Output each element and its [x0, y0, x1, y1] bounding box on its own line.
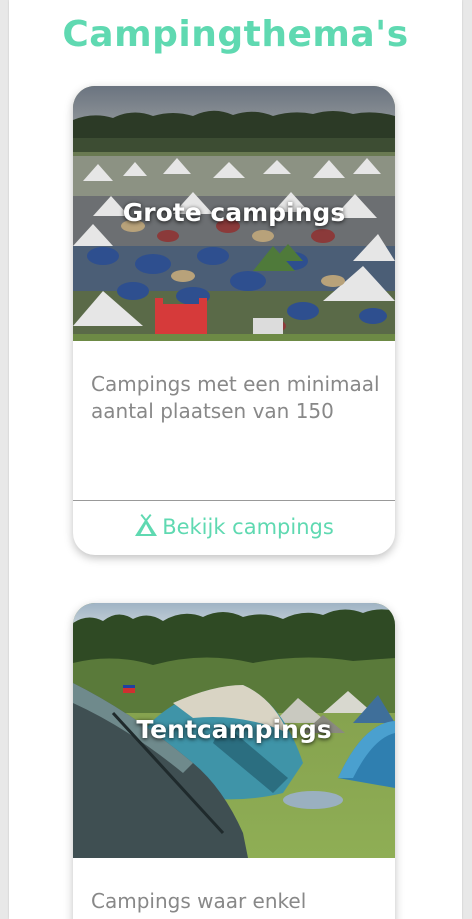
view-campings-link[interactable]: Bekijk campings: [73, 513, 395, 542]
card-divider: [73, 500, 395, 501]
page-container: Campingthema's Grote campings Campings m…: [9, 0, 462, 919]
card-description: Campings met een minimaal aantal plaatse…: [91, 372, 380, 423]
theme-card-tentcampings[interactable]: Tentcampings Campings waar enkel: [73, 603, 395, 919]
page-title: Campingthema's: [62, 14, 409, 55]
tent-icon: [134, 513, 158, 542]
card-image: Grote campings: [73, 86, 395, 341]
card-description: Campings waar enkel: [91, 889, 307, 913]
card-title: Tentcampings: [136, 715, 332, 744]
card-title: Grote campings: [122, 198, 346, 227]
theme-card-grote-campings[interactable]: Grote campings Campings met een minimaal…: [73, 86, 395, 555]
view-campings-label: Bekijk campings: [162, 515, 334, 539]
card-image: Tentcampings: [73, 603, 395, 858]
